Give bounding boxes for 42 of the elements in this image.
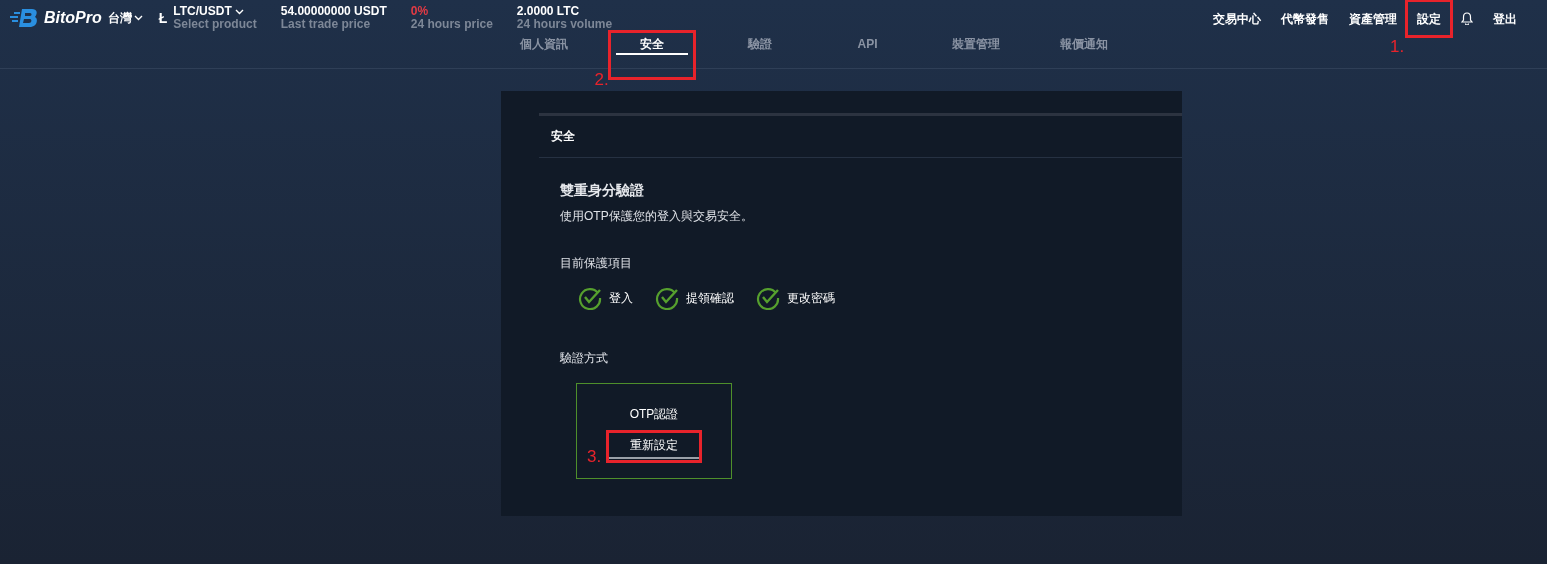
step-number: 3. [587,447,602,467]
chevron-icon [235,9,245,15]
nav-link[interactable]: 交易中心 [1213,11,1261,26]
check-circle-icon [578,286,602,310]
protected-label: 目前保護項目 [560,255,632,272]
step-number: 1. [1390,36,1405,57]
nav-link[interactable]: 資產管理 [1349,11,1397,26]
protected-item: 提領確認 [686,289,734,307]
section-description: 使用OTP保護您的登入與交易安全。 [560,208,753,225]
section-heading: 雙重身分驗證 [560,182,644,200]
step-number: 2. [594,70,609,90]
tab[interactable]: 安全 [597,35,706,54]
stat-value: 2.0000 LTC [516,5,581,18]
pair-label: Select product [173,18,257,31]
coin-symbol: Ł [158,10,168,26]
tab[interactable]: 個人資訊 [489,35,598,54]
method-name: OTP認證 [629,406,679,423]
stat-label: Last trade price [280,18,372,31]
region-selector[interactable]: 台灣 [107,9,143,27]
tab[interactable]: 驗證 [705,35,814,54]
tab[interactable]: API [813,36,922,52]
check-circle-icon [655,286,679,310]
highlight-frame [1405,0,1453,38]
protected-item: 登入 [609,289,633,307]
check-circle-icon [756,286,780,310]
stat-label: 24 hours volume [516,18,613,31]
stat-value: 0% [410,5,430,18]
tab[interactable]: 報價通知 [1029,35,1138,54]
protected-item: 更改密碼 [787,289,835,307]
brand-name: BitoPro [44,9,102,27]
nav-link[interactable]: 登出 [1493,11,1517,26]
pair-selector[interactable]: LTC/USDT [173,5,257,18]
stat-label: 24 hours price [410,18,493,31]
logo-icon [10,7,40,29]
chevron-icon [133,15,143,21]
nav-link[interactable]: 代幣發售 [1281,11,1329,26]
tab[interactable]: 裝置管理 [921,35,1030,54]
bell-icon[interactable] [1461,11,1473,25]
panel-title: 安全 [539,116,1182,158]
stat-value: 54.00000000 USDT [280,5,387,18]
method-label: 驗證方式 [560,350,608,367]
nav-link[interactable]: 設定 [1417,11,1441,26]
